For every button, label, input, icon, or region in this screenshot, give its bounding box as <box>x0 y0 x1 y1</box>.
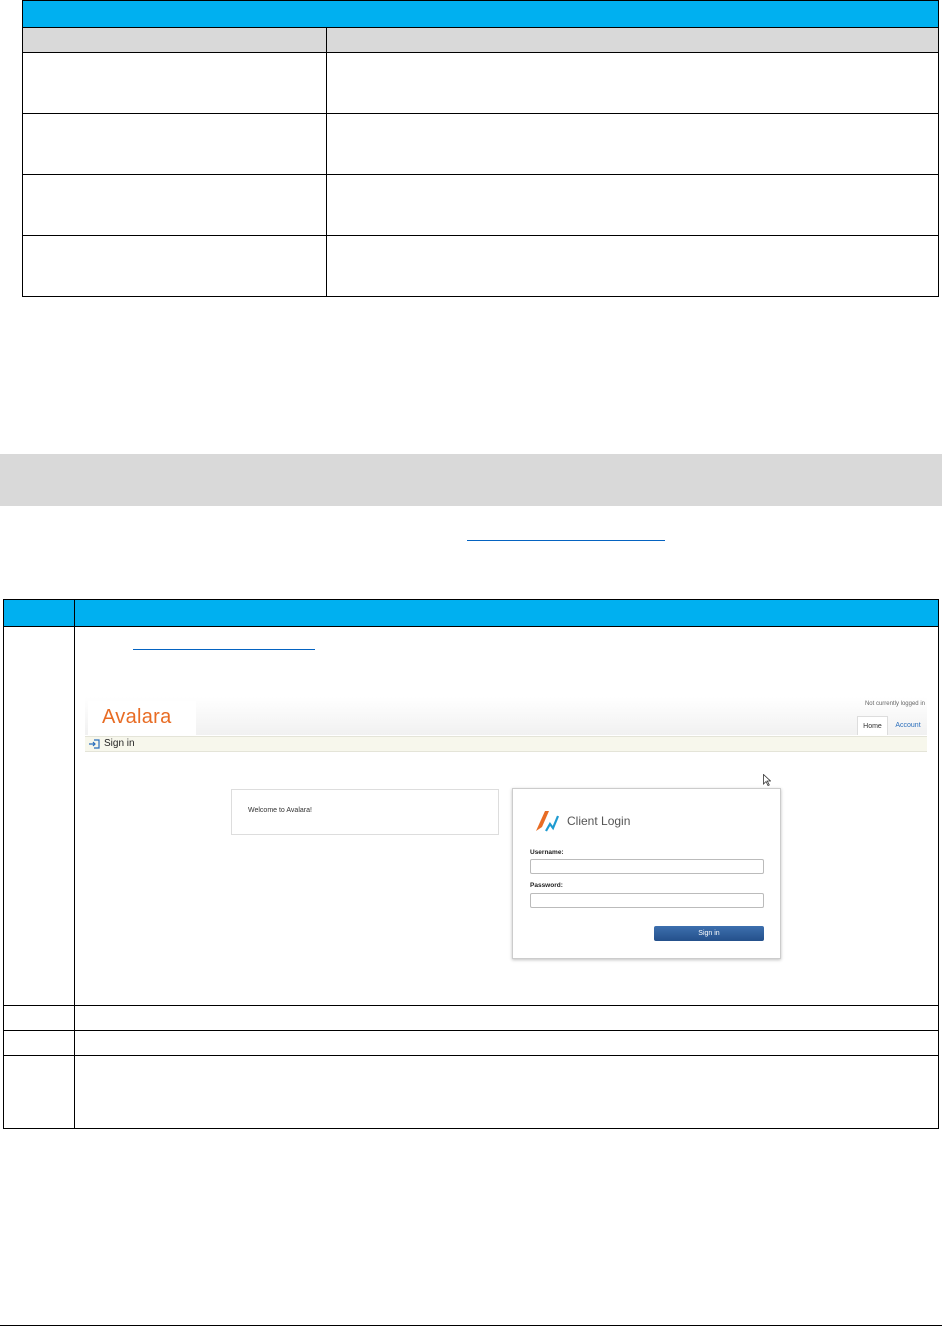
table-cell <box>22 113 327 175</box>
table-row: Avalara Not currently logged in Home Acc… <box>3 626 939 1006</box>
table-row <box>22 52 939 114</box>
logo-container: Avalara <box>88 701 196 735</box>
hyperlink-underline[interactable] <box>467 540 665 541</box>
table-column-header-row <box>22 27 939 53</box>
table-row <box>22 174 939 236</box>
column-header-cell <box>326 27 939 53</box>
username-input[interactable] <box>530 859 764 874</box>
login-title: Client Login <box>567 814 631 828</box>
table-cell <box>22 52 327 114</box>
username-label: Username: <box>530 849 564 856</box>
step-content-cell <box>74 1005 939 1031</box>
avalara-logo: Avalara <box>102 706 172 728</box>
step-content-cell: Avalara Not currently logged in Home Acc… <box>74 626 939 1006</box>
column-header-cell <box>22 27 327 53</box>
section-heading-band <box>0 454 942 506</box>
signin-bar-label: Sign in <box>104 738 135 749</box>
table-cell <box>326 52 939 114</box>
mouse-cursor-icon <box>763 774 771 786</box>
top-table <box>22 0 939 297</box>
footer-rule <box>0 1325 942 1326</box>
welcome-text: Welcome to Avalara! <box>248 807 312 814</box>
step-description-header <box>74 599 939 627</box>
table-row <box>3 1055 939 1129</box>
welcome-panel: Welcome to Avalara! <box>231 789 499 835</box>
step-number-header <box>3 599 75 627</box>
password-label: Password: <box>530 882 563 889</box>
steps-table: Avalara Not currently logged in Home Acc… <box>3 599 939 1129</box>
client-login-panel: Client Login Username: Password: Sign in <box>512 788 781 959</box>
tab-home[interactable]: Home <box>857 716 888 735</box>
table-cell <box>326 174 939 236</box>
table-title-cell <box>22 0 939 28</box>
step-hyperlink-underline[interactable] <box>133 649 315 650</box>
table-row <box>22 235 939 297</box>
table-title-row <box>22 0 939 28</box>
steps-header-row <box>3 599 939 627</box>
avalara-login-screenshot: Avalara Not currently logged in Home Acc… <box>85 697 927 997</box>
avalara-mark-icon <box>536 811 559 832</box>
table-row <box>3 1030 939 1056</box>
sign-in-button[interactable]: Sign in <box>654 926 764 941</box>
table-cell <box>326 113 939 175</box>
step-number-cell <box>3 1055 75 1129</box>
step-content-cell <box>74 1055 939 1129</box>
step-content-cell <box>74 1030 939 1056</box>
tab-account[interactable]: Account <box>891 716 925 735</box>
app-header: Avalara Not currently logged in Home Acc… <box>85 697 927 735</box>
table-cell <box>22 174 327 236</box>
password-input[interactable] <box>530 893 764 908</box>
table-row <box>22 113 939 175</box>
table-row <box>3 1005 939 1031</box>
signin-breadcrumb-bar: Sign in <box>85 736 927 752</box>
login-status-text: Not currently logged in <box>864 701 925 707</box>
step-number-cell <box>3 1030 75 1056</box>
table-cell <box>22 235 327 297</box>
table-cell <box>326 235 939 297</box>
step-number-cell <box>3 626 75 1006</box>
step-number-cell <box>3 1005 75 1031</box>
sign-in-icon <box>89 739 100 749</box>
